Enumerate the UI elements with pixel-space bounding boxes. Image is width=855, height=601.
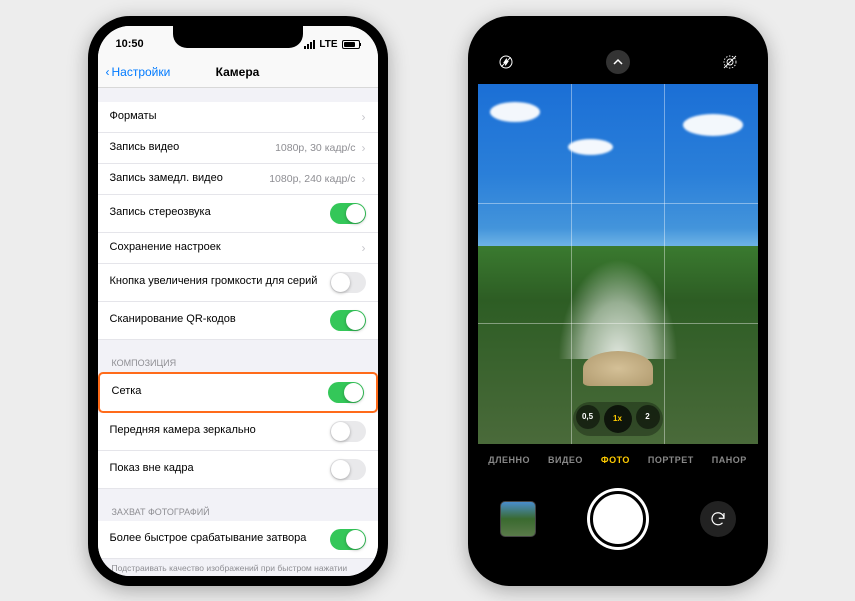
camera-mode[interactable]: ПОРТРЕТ bbox=[648, 455, 694, 465]
settings-content[interactable]: Форматы›Запись видео1080p, 30 кадр/с›Зап… bbox=[98, 88, 378, 576]
viewfinder[interactable]: 0,51x2 bbox=[478, 84, 758, 444]
status-time: 10:50 bbox=[116, 38, 144, 50]
settings-row[interactable]: Сохранение настроек › bbox=[98, 233, 378, 264]
settings-row[interactable]: Показ вне кадра bbox=[98, 451, 378, 489]
fountain bbox=[558, 259, 678, 359]
zoom-controls: 0,51x2 bbox=[573, 402, 663, 436]
row-value: 1080p, 240 кадр/с bbox=[269, 173, 355, 185]
settings-row[interactable]: Запись стереозвука bbox=[98, 195, 378, 233]
carrier-label: LTE bbox=[319, 39, 337, 50]
row-label: Сетка bbox=[112, 385, 328, 398]
row-label: Кнопка увеличения громкости для серий bbox=[110, 275, 330, 288]
group-header: ЗАХВАТ ФОТОГРАФИЙ bbox=[98, 503, 378, 521]
toggle-switch[interactable] bbox=[330, 421, 366, 442]
grid-line bbox=[571, 84, 572, 444]
zoom-button[interactable]: 0,5 bbox=[576, 405, 600, 429]
row-label: Передняя камера зеркально bbox=[110, 424, 330, 437]
back-label: Настройки bbox=[112, 65, 171, 79]
row-value: 1080p, 30 кадр/с bbox=[275, 142, 355, 154]
row-label: Более быстрое срабатывание затвора bbox=[110, 532, 330, 545]
phone-camera: 0,51x2 ДЛЕННО ВИДЕО ФОТО ПОРТРЕТ ПАНОР bbox=[468, 16, 768, 586]
toggle-switch[interactable] bbox=[330, 272, 366, 293]
settings-group-capture: ЗАХВАТ ФОТОГРАФИЙ Более быстрое срабатыв… bbox=[98, 503, 378, 576]
fountain-base bbox=[583, 351, 653, 386]
back-button[interactable]: ‹ Настройки bbox=[106, 65, 171, 79]
chevron-right-icon: › bbox=[362, 172, 366, 186]
group-header: КОМПОЗИЦИЯ bbox=[98, 354, 378, 372]
flip-camera-button[interactable] bbox=[700, 501, 736, 537]
row-label: Запись видео bbox=[110, 141, 276, 154]
grid-line bbox=[664, 84, 665, 444]
grid-line bbox=[478, 203, 758, 204]
settings-row[interactable]: Сетка bbox=[98, 372, 378, 413]
nav-bar: ‹ Настройки Камера bbox=[98, 58, 378, 88]
live-photo-button[interactable] bbox=[718, 50, 742, 74]
grid-line bbox=[478, 323, 758, 324]
settings-group-composition: КОМПОЗИЦИЯ Сетка Передняя камера зеркальн… bbox=[98, 354, 378, 489]
settings-group-1: Форматы›Запись видео1080p, 30 кадр/с›Зап… bbox=[98, 102, 378, 340]
signal-icon bbox=[304, 40, 315, 49]
notch bbox=[553, 26, 683, 48]
row-label: Запись стереозвука bbox=[110, 206, 330, 219]
settings-row[interactable]: Кнопка увеличения громкости для серий bbox=[98, 264, 378, 302]
cloud bbox=[683, 114, 743, 136]
camera-mode[interactable]: ДЛЕННО bbox=[488, 455, 530, 465]
chevron-right-icon: › bbox=[362, 241, 366, 255]
toggle-switch[interactable] bbox=[330, 310, 366, 331]
flash-button[interactable] bbox=[494, 50, 518, 74]
row-label: Запись замедл. видео bbox=[110, 172, 270, 185]
settings-row[interactable]: Более быстрое срабатывание затвора bbox=[98, 521, 378, 559]
page-title: Камера bbox=[216, 65, 260, 79]
row-label: Сканирование QR-кодов bbox=[110, 313, 330, 326]
zoom-button[interactable]: 1x bbox=[604, 405, 632, 433]
phone-settings: 10:50 LTE ‹ Настройки Камера Форматы›Зап… bbox=[88, 16, 388, 586]
mode-selector[interactable]: ДЛЕННО ВИДЕО ФОТО ПОРТРЕТ ПАНОР bbox=[478, 444, 758, 476]
cloud bbox=[490, 102, 540, 122]
last-photo-thumbnail[interactable] bbox=[500, 501, 536, 537]
chevron-up-button[interactable] bbox=[606, 50, 630, 74]
camera-controls bbox=[478, 476, 758, 562]
settings-row[interactable]: Форматы › bbox=[98, 102, 378, 133]
chevron-right-icon: › bbox=[362, 141, 366, 155]
chevron-left-icon: ‹ bbox=[106, 65, 110, 79]
row-label: Показ вне кадра bbox=[110, 462, 330, 475]
settings-row[interactable]: Запись видео1080p, 30 кадр/с › bbox=[98, 133, 378, 164]
camera-mode[interactable]: ФОТО bbox=[601, 455, 630, 465]
row-label: Сохранение настроек bbox=[110, 241, 356, 254]
camera-mode[interactable]: ПАНОР bbox=[712, 455, 747, 465]
notch bbox=[173, 26, 303, 48]
chevron-right-icon: › bbox=[362, 110, 366, 124]
cloud bbox=[568, 139, 613, 155]
toggle-switch[interactable] bbox=[330, 459, 366, 480]
battery-icon bbox=[342, 40, 360, 49]
settings-row[interactable]: Передняя камера зеркально bbox=[98, 413, 378, 451]
row-label: Форматы bbox=[110, 110, 356, 123]
toggle-switch[interactable] bbox=[330, 203, 366, 224]
group-footer: Подстраивать качество изображений при бы… bbox=[98, 559, 378, 576]
settings-row[interactable]: Запись замедл. видео1080p, 240 кадр/с › bbox=[98, 164, 378, 195]
settings-row[interactable]: Сканирование QR-кодов bbox=[98, 302, 378, 340]
zoom-button[interactable]: 2 bbox=[636, 405, 660, 429]
toggle-switch[interactable] bbox=[330, 529, 366, 550]
toggle-switch[interactable] bbox=[328, 382, 364, 403]
camera-mode[interactable]: ВИДЕО bbox=[548, 455, 583, 465]
shutter-button[interactable] bbox=[590, 491, 646, 547]
